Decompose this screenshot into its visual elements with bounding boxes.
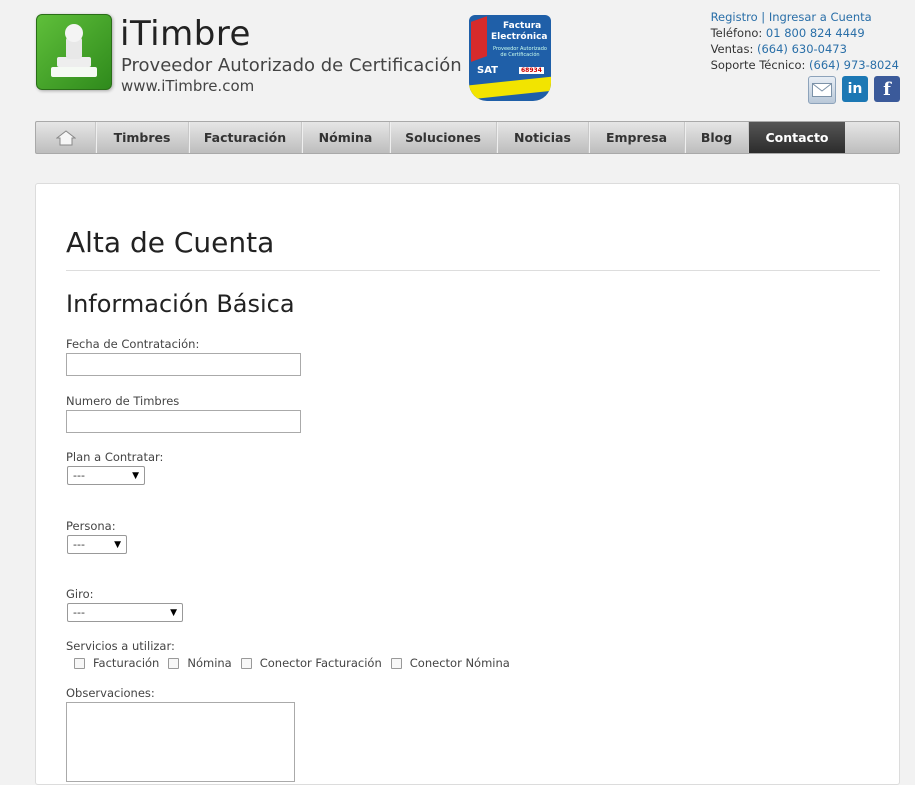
page-title: Alta de Cuenta bbox=[66, 226, 275, 259]
telefono-link[interactable]: 01 800 824 4449 bbox=[766, 26, 865, 40]
badge-band bbox=[469, 76, 551, 100]
servicio-nomina-checkbox[interactable]: Nómina bbox=[168, 656, 232, 670]
content-card bbox=[35, 183, 900, 785]
persona-label: Persona: bbox=[66, 519, 116, 533]
persona-select-value: --- bbox=[73, 538, 85, 551]
servicio-label: Nómina bbox=[187, 656, 232, 670]
badge-line1: Factura bbox=[503, 21, 542, 31]
home-icon bbox=[55, 129, 76, 145]
checkbox-box[interactable] bbox=[168, 657, 180, 669]
nav-contacto[interactable]: Contacto bbox=[749, 122, 845, 153]
chevron-down-icon: ▼ bbox=[114, 539, 121, 550]
mail-icon[interactable] bbox=[808, 76, 836, 104]
facebook-icon[interactable]: f bbox=[874, 76, 900, 102]
title-divider bbox=[66, 270, 880, 271]
soporte-label: Soporte Técnico: bbox=[710, 58, 806, 72]
stamp-icon bbox=[51, 24, 97, 77]
checkbox-box[interactable] bbox=[240, 657, 252, 669]
giro-select[interactable]: --- ▼ bbox=[67, 603, 183, 622]
chevron-down-icon: ▼ bbox=[170, 607, 177, 618]
badge-sat: SAT bbox=[477, 65, 498, 76]
chevron-down-icon: ▼ bbox=[132, 470, 139, 481]
brand-url: www.iTimbre.com bbox=[121, 77, 255, 95]
nav-home[interactable] bbox=[36, 122, 96, 153]
observaciones-textarea[interactable] bbox=[66, 702, 295, 782]
badge-line3: Proveedor Autorizado de Certificación bbox=[493, 46, 547, 58]
servicios-checkboxes: Facturación Nómina Conector Facturación … bbox=[74, 656, 519, 670]
ventas-link[interactable]: (664) 630-0473 bbox=[757, 42, 847, 56]
nav-noticias[interactable]: Noticias bbox=[497, 122, 589, 153]
timbres-label: Numero de Timbres bbox=[66, 394, 180, 408]
plan-select[interactable]: --- ▼ bbox=[67, 466, 145, 485]
registro-link[interactable]: Registro bbox=[711, 10, 758, 24]
plan-label: Plan a Contratar: bbox=[66, 450, 164, 464]
ingresar-cuenta-link[interactable]: Ingresar a Cuenta bbox=[769, 10, 872, 24]
badge-ribbon bbox=[471, 16, 487, 62]
nav-facturacion[interactable]: Facturación bbox=[189, 122, 302, 153]
observaciones-label: Observaciones: bbox=[66, 686, 155, 700]
badge-number: 68934 bbox=[519, 67, 544, 74]
telefono-line: Teléfono: 01 800 824 4449 bbox=[711, 25, 899, 41]
section-title: Información Básica bbox=[66, 290, 295, 318]
soporte-line: Soporte Técnico: (664) 973-8024 bbox=[711, 57, 899, 73]
brand-tagline: Proveedor Autorizado de Certificación bbox=[121, 55, 462, 76]
giro-select-value: --- bbox=[73, 606, 85, 619]
itimbre-logo[interactable] bbox=[36, 14, 112, 90]
servicio-facturacion-checkbox[interactable]: Facturación bbox=[74, 656, 159, 670]
nav-soluciones[interactable]: Soluciones bbox=[390, 122, 497, 153]
servicio-conector-facturacion-checkbox[interactable]: Conector Facturación bbox=[240, 656, 382, 670]
contact-info: Registro | Ingresar a Cuenta Teléfono: 0… bbox=[711, 9, 899, 73]
fecha-contratacion-input[interactable] bbox=[66, 353, 301, 376]
servicios-label: Servicios a utilizar: bbox=[66, 639, 175, 653]
links-separator: | bbox=[761, 10, 766, 24]
nav-nomina[interactable]: Nómina bbox=[302, 122, 390, 153]
brand-name: iTimbre bbox=[120, 14, 251, 54]
account-links: Registro | Ingresar a Cuenta bbox=[711, 9, 899, 25]
social-links: in f bbox=[808, 76, 900, 104]
nav-empresa[interactable]: Empresa bbox=[589, 122, 685, 153]
soporte-link[interactable]: (664) 973-8024 bbox=[809, 58, 899, 72]
ventas-line: Ventas: (664) 630-0473 bbox=[711, 41, 899, 57]
fecha-label: Fecha de Contratación: bbox=[66, 337, 200, 351]
telefono-label: Teléfono: bbox=[710, 26, 763, 40]
nav-timbres[interactable]: Timbres bbox=[96, 122, 189, 153]
persona-select[interactable]: --- ▼ bbox=[67, 535, 127, 554]
servicio-label: Conector Nómina bbox=[409, 656, 510, 670]
ventas-label: Ventas: bbox=[710, 42, 754, 56]
linkedin-icon[interactable]: in bbox=[842, 76, 868, 102]
checkbox-box[interactable] bbox=[390, 657, 402, 669]
checkbox-box[interactable] bbox=[74, 657, 85, 669]
servicio-conector-nomina-checkbox[interactable]: Conector Nómina bbox=[390, 656, 510, 670]
nav-blog[interactable]: Blog bbox=[685, 122, 749, 153]
servicio-label: Conector Facturación bbox=[259, 656, 382, 670]
numero-timbres-input[interactable] bbox=[66, 410, 301, 433]
servicio-label: Facturación bbox=[93, 656, 160, 670]
plan-select-value: --- bbox=[73, 469, 85, 482]
main-nav: Timbres Facturación Nómina Soluciones No… bbox=[35, 121, 900, 154]
giro-label: Giro: bbox=[66, 587, 94, 601]
sat-certification-badge: Factura Electrónica Proveedor Autorizado… bbox=[469, 15, 551, 101]
badge-line2: Electrónica bbox=[491, 32, 548, 42]
